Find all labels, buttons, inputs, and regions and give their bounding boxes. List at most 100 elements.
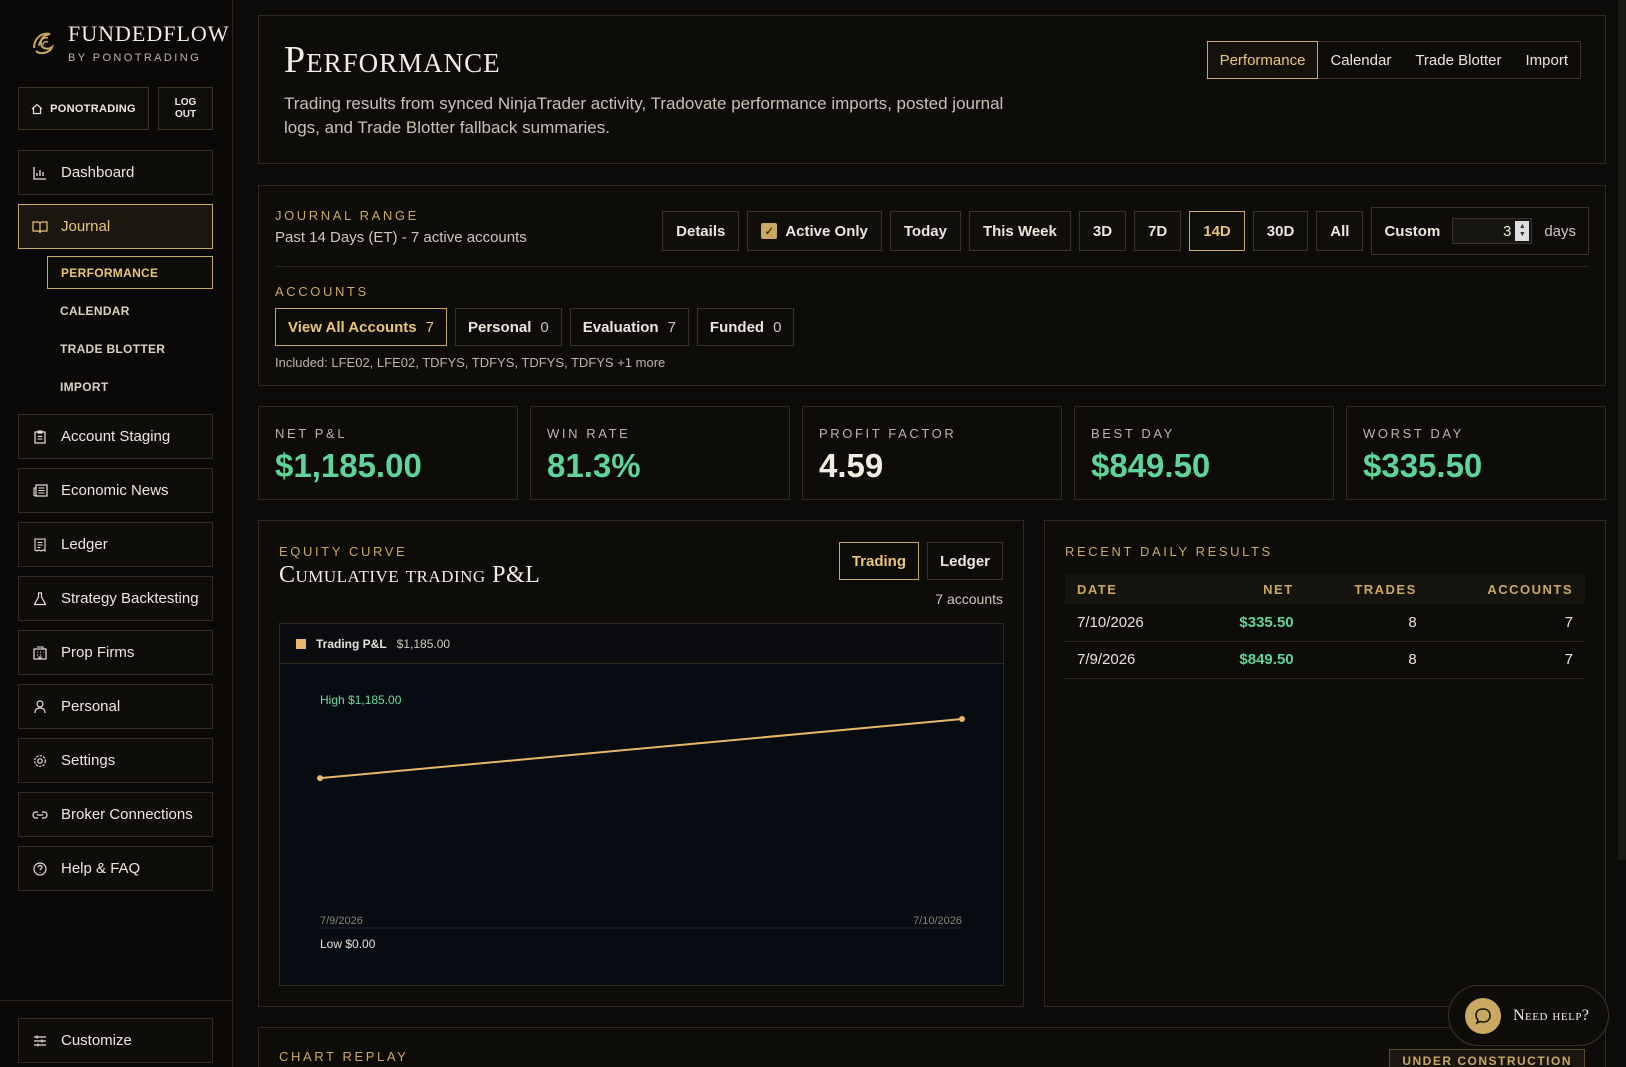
need-help-button[interactable]: Need help? — [1448, 985, 1609, 1046]
subnav-calendar[interactable]: CALENDAR — [47, 294, 213, 327]
table-row[interactable]: 7/9/2026 $849.50 8 7 — [1065, 641, 1585, 679]
nav-item-ledger[interactable]: Ledger — [18, 522, 213, 567]
range-all-button[interactable]: All — [1316, 211, 1364, 251]
column-header[interactable]: ACCOUNTS — [1428, 574, 1585, 604]
range-7d-button[interactable]: 7D — [1134, 211, 1182, 251]
details-button[interactable]: Details — [662, 211, 740, 251]
equity-curve-label: EQUITY CURVE — [279, 544, 408, 559]
nav-label: Strategy Backtesting — [61, 590, 199, 607]
home-icon — [31, 103, 43, 114]
series-line-trading-pnl — [319, 718, 963, 780]
chart-legend: Trading P&L $1,185.00 — [280, 624, 1003, 664]
table-row[interactable]: 7/10/2026 $335.50 8 7 — [1065, 604, 1585, 642]
under-construction-badge: UNDER CONSTRUCTION — [1389, 1049, 1585, 1067]
range-30d-button[interactable]: 30D — [1252, 211, 1309, 251]
accounts-label: ACCOUNTS — [275, 284, 369, 299]
brand[interactable]: FUNDEDFLOW BY PONOTRADING — [30, 22, 230, 64]
data-point-1 — [959, 716, 965, 722]
nav-item-help-faq[interactable]: Help & FAQ — [18, 846, 213, 891]
tab-calendar[interactable]: Calendar — [1318, 42, 1403, 78]
wave-logo-icon — [33, 32, 54, 55]
building-icon — [32, 645, 48, 661]
equity-tab-ledger[interactable]: Ledger — [926, 542, 1003, 580]
nav-label: Broker Connections — [61, 806, 193, 823]
nav-item-journal[interactable]: Journal — [18, 204, 213, 249]
nav-item-dashboard[interactable]: Dashboard — [18, 150, 213, 195]
equity-tab-trading[interactable]: Trading — [838, 542, 919, 580]
nav-item-economic-news[interactable]: Economic News — [18, 468, 213, 513]
link-icon — [32, 807, 48, 823]
stat-label: WORST DAY — [1363, 426, 1464, 441]
nav-label: Help & FAQ — [61, 860, 141, 877]
range-today-button[interactable]: Today — [889, 211, 961, 251]
column-header[interactable]: NET — [1194, 574, 1306, 604]
journal-range-panel: JOURNAL RANGE Past 14 Days (ET) - 7 acti… — [258, 185, 1606, 386]
column-header[interactable]: DATE — [1065, 574, 1195, 604]
receipt-icon — [32, 537, 48, 553]
nav-item-broker-connections[interactable]: Broker Connections — [18, 792, 213, 837]
cell-net: $849.50 — [1194, 641, 1306, 679]
evaluation-accounts-button[interactable]: Evaluation 7 — [569, 308, 689, 346]
nav-item-customize[interactable]: Customize — [18, 1018, 213, 1063]
active-only-toggle[interactable]: ✓ Active Only — [747, 211, 882, 251]
chart-low-label: Low $0.00 — [320, 937, 376, 951]
brand-subtitle: BY PONOTRADING — [68, 52, 202, 64]
logout-label-line2: OUT — [174, 108, 197, 120]
nav-item-strategy-backtesting[interactable]: Strategy Backtesting — [18, 576, 213, 621]
legend-swatch — [296, 638, 306, 649]
view-all-accounts-button[interactable]: View All Accounts 7 — [275, 308, 447, 346]
funded-accounts-button[interactable]: Funded 0 — [696, 308, 795, 346]
tab-performance[interactable]: Performance — [1206, 41, 1319, 79]
user-icon — [32, 699, 48, 715]
equity-curve-title: Cumulative trading P&L — [279, 562, 541, 588]
logout-button[interactable]: LOG OUT — [158, 87, 213, 130]
subnav-import[interactable]: IMPORT — [47, 370, 213, 403]
range-this-week-button[interactable]: This Week — [968, 211, 1071, 251]
account-filter-count: 7 — [425, 318, 434, 336]
range-3d-button[interactable]: 3D — [1078, 211, 1127, 251]
legend-series-name: Trading P&L — [316, 636, 387, 651]
personal-accounts-button[interactable]: Personal 0 — [455, 308, 562, 346]
cell-accounts: 7 — [1428, 641, 1585, 679]
included-accounts-text: Included: LFE02, LFE02, TDFYS, TDFYS, TD… — [275, 355, 666, 370]
nav-label: Prop Firms — [61, 644, 135, 661]
stat-card-worst-day: WORST DAY $335.50 — [1346, 406, 1606, 500]
chart-high-label: High $1,185.00 — [320, 693, 402, 707]
chart-replay-label: CHART REPLAY — [279, 1049, 409, 1064]
nav-item-account-staging[interactable]: Account Staging — [18, 414, 213, 459]
custom-label: Custom — [1384, 222, 1441, 240]
equity-chart: Trading P&L $1,185.00 High $1,185.00 7/9… — [279, 623, 1004, 986]
stat-label: WIN RATE — [547, 426, 631, 441]
nav-item-prop-firms[interactable]: Prop Firms — [18, 630, 213, 675]
nav-item-settings[interactable]: Settings — [18, 738, 213, 783]
recent-results-label: RECENT DAILY RESULTS — [1065, 544, 1273, 559]
nav-item-personal[interactable]: Personal — [18, 684, 213, 729]
tab-trade-blotter[interactable]: Trade Blotter — [1403, 42, 1513, 78]
chart-replay-panel: CHART REPLAY UNDER CONSTRUCTION — [258, 1027, 1606, 1067]
checkbox-checked-icon[interactable]: ✓ — [761, 223, 778, 239]
sliders-icon — [32, 1033, 48, 1049]
home-button[interactable]: PONOTRADING — [18, 87, 149, 130]
x-tick-label: 7/9/2026 — [320, 915, 363, 927]
spinner-icon[interactable]: ▲ ▼ — [1515, 221, 1530, 241]
stat-card-best-day: BEST DAY $849.50 — [1074, 406, 1334, 500]
flask-icon — [32, 591, 48, 607]
recent-results-table: DATE NET TRADES ACCOUNTS 7/10/2026 $335.… — [1065, 574, 1585, 679]
newspaper-icon — [32, 483, 48, 499]
column-header[interactable]: TRADES — [1305, 574, 1429, 604]
tab-import[interactable]: Import — [1513, 42, 1580, 78]
page-scrollbar[interactable] — [1618, 0, 1626, 860]
subnav-trade-blotter[interactable]: TRADE BLOTTER — [47, 332, 213, 365]
journal-subnav: PERFORMANCE CALENDAR TRADE BLOTTER IMPOR… — [47, 256, 213, 403]
main-nav: Dashboard Journal PERFORMANCE CALENDAR T… — [18, 150, 213, 900]
need-help-label: Need help? — [1513, 1006, 1590, 1024]
help-circle-icon — [32, 861, 48, 877]
clipboard-icon — [32, 429, 48, 445]
divider — [275, 266, 1589, 267]
page-title: Performance — [284, 39, 501, 81]
account-filter-label: View All Accounts — [288, 318, 417, 336]
stat-label: PROFIT FACTOR — [819, 426, 957, 441]
range-14d-button[interactable]: 14D — [1189, 211, 1245, 251]
home-button-label: PONOTRADING — [50, 102, 136, 115]
subnav-performance[interactable]: PERFORMANCE — [47, 256, 213, 289]
